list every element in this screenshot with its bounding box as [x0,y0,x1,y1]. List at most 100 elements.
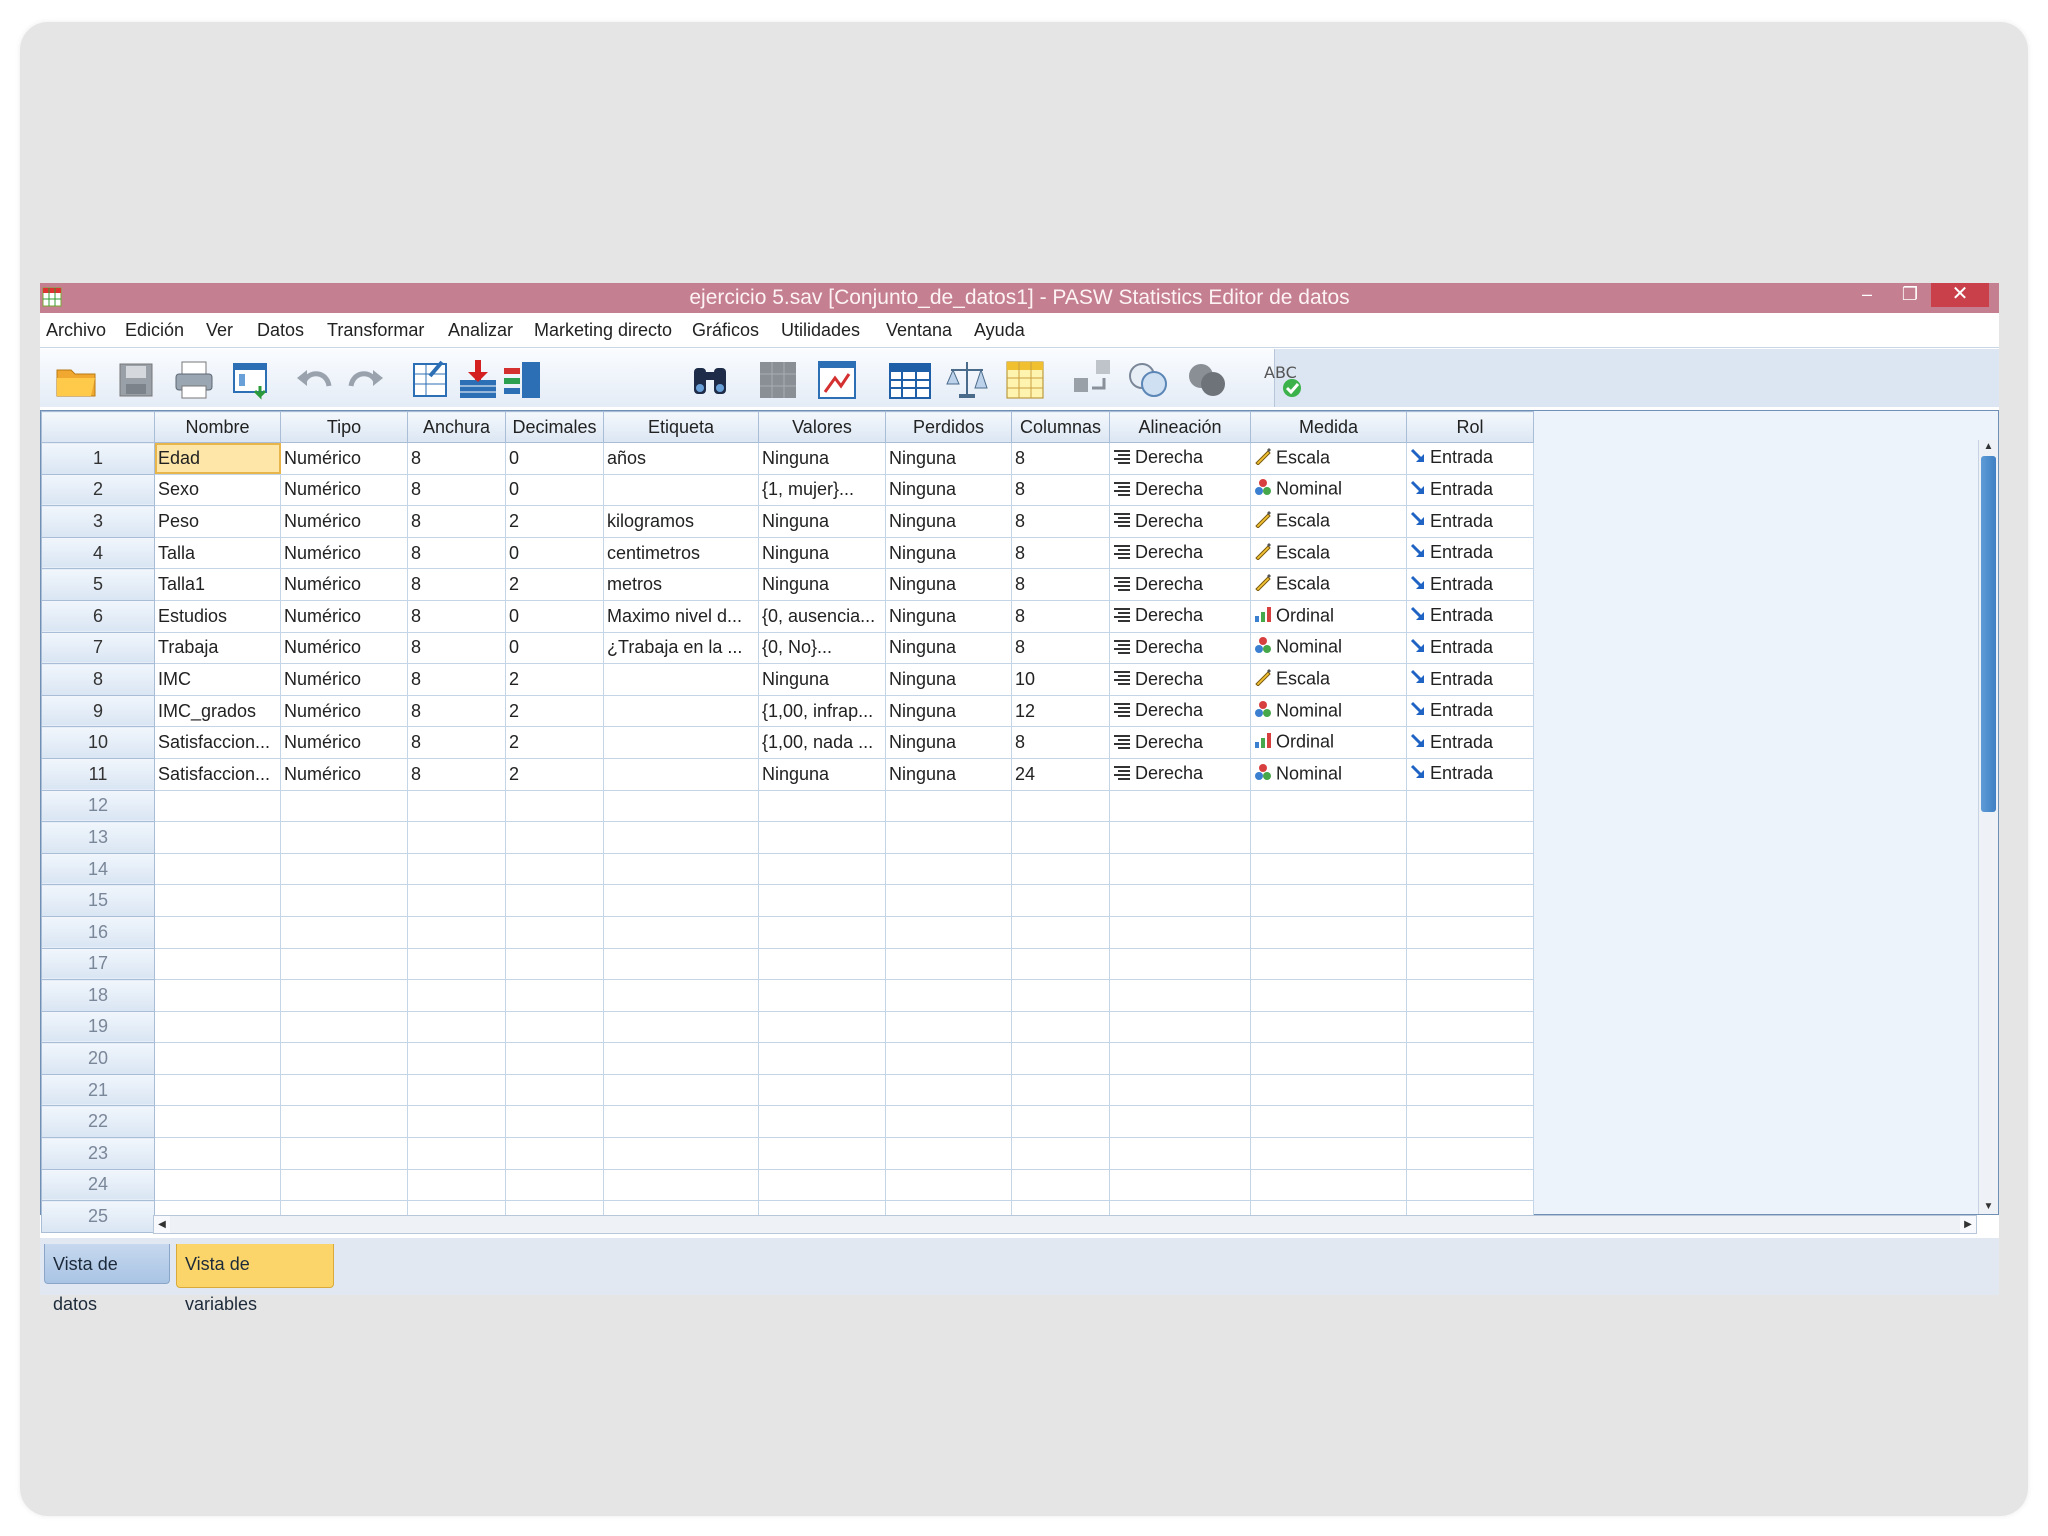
value-labels-icon[interactable] [1072,358,1116,402]
cell-alineacion[interactable]: Derecha [1109,473,1251,507]
cell-valores[interactable]: Ninguna [758,536,886,570]
cell-anchura[interactable]: 8 [407,757,506,791]
empty-cell[interactable] [1250,1105,1407,1139]
empty-cell[interactable] [1406,915,1534,949]
empty-cell[interactable] [603,852,759,886]
cell-rol[interactable]: Entrada [1406,568,1534,601]
empty-cell[interactable] [1109,1168,1251,1202]
cell-tipo[interactable]: Numérico [280,631,408,665]
row-number[interactable]: 17 [41,947,155,981]
empty-cell[interactable] [407,1137,506,1170]
row-number[interactable]: 14 [41,852,155,886]
cell-columnas[interactable]: 8 [1011,473,1110,507]
cell-columnas[interactable]: 8 [1011,505,1110,538]
redo-icon[interactable] [343,358,387,402]
cell-perdidos[interactable]: Ninguna [885,694,1012,728]
horizontal-scrollbar[interactable]: ◀ ▶ [153,1215,1977,1234]
empty-cell[interactable] [1109,1042,1251,1075]
empty-cell[interactable] [1109,884,1251,917]
empty-cell[interactable] [1109,821,1251,854]
empty-cell[interactable] [407,915,506,949]
cell-valores[interactable]: Ninguna [758,663,886,696]
empty-cell[interactable] [1250,821,1407,854]
empty-cell[interactable] [154,947,281,981]
empty-cell[interactable] [885,1105,1012,1139]
col-header-alineacion[interactable]: Alineación [1109,411,1251,443]
empty-cell[interactable] [885,1042,1012,1075]
empty-cell[interactable] [1011,1042,1110,1075]
cell-alineacion[interactable]: Derecha [1109,442,1251,475]
recall-dialog-icon[interactable] [230,358,274,402]
cell-perdidos[interactable]: Ninguna [885,442,1012,475]
cell-decimales[interactable]: 0 [505,631,604,665]
cell-etiqueta[interactable] [603,473,759,507]
row-number[interactable]: 3 [41,505,155,538]
row-number[interactable]: 10 [41,726,155,759]
cell-medida[interactable]: Escala [1250,536,1407,570]
empty-cell[interactable] [603,1073,759,1107]
empty-cell[interactable] [1250,1137,1407,1170]
empty-cell[interactable] [1011,947,1110,981]
empty-cell[interactable] [154,1042,281,1075]
print-icon[interactable] [172,358,216,402]
cell-perdidos[interactable]: Ninguna [885,536,1012,570]
cell-alineacion[interactable]: Derecha [1109,568,1251,601]
empty-cell[interactable] [407,1010,506,1044]
empty-cell[interactable] [603,884,759,917]
empty-cell[interactable] [885,1137,1012,1170]
empty-cell[interactable] [407,979,506,1012]
cell-anchura[interactable]: 8 [407,631,506,665]
cell-columnas[interactable]: 12 [1011,694,1110,728]
empty-cell[interactable] [1109,1010,1251,1044]
cell-rol[interactable]: Entrada [1406,726,1534,759]
empty-cell[interactable] [1011,789,1110,823]
cell-anchura[interactable]: 8 [407,442,506,475]
cell-rol[interactable]: Entrada [1406,473,1534,507]
empty-cell[interactable] [280,1105,408,1139]
cell-etiqueta[interactable]: metros [603,568,759,601]
corner-cell[interactable] [41,411,155,443]
cell-anchura[interactable]: 8 [407,536,506,570]
cell-perdidos[interactable]: Ninguna [885,757,1012,791]
cell-alineacion[interactable]: Derecha [1109,663,1251,696]
empty-cell[interactable] [1109,947,1251,981]
cell-etiqueta[interactable]: años [603,442,759,475]
empty-cell[interactable] [407,789,506,823]
menu-graficos[interactable]: Gráficos [692,320,759,341]
cell-perdidos[interactable]: Ninguna [885,726,1012,759]
row-number[interactable]: 25 [41,1200,155,1233]
spell-check-icon[interactable]: ABC [1262,358,1306,402]
cell-rol[interactable]: Entrada [1406,599,1534,633]
col-header-anchura[interactable]: Anchura [407,411,506,443]
row-number[interactable]: 4 [41,536,155,570]
empty-cell[interactable] [1011,884,1110,917]
cell-perdidos[interactable]: Ninguna [885,473,1012,507]
tab-vista-de-datos[interactable]: Vista de datos [44,1244,170,1314]
scroll-right-arrow-icon[interactable]: ▶ [1960,1216,1976,1233]
cell-decimales[interactable]: 0 [505,599,604,633]
empty-cell[interactable] [758,915,886,949]
menu-ayuda[interactable]: Ayuda [974,320,1025,341]
empty-cell[interactable] [1406,1042,1534,1075]
scroll-down-arrow-icon[interactable]: ▼ [1979,1200,1998,1214]
save-icon[interactable] [114,358,158,402]
cell-tipo[interactable]: Numérico [280,473,408,507]
empty-cell[interactable] [1250,979,1407,1012]
cell-nombre[interactable]: Satisfaccion... [154,726,281,759]
cell-rol[interactable]: Entrada [1406,694,1534,728]
cell-decimales[interactable]: 2 [505,505,604,538]
cell-anchura[interactable]: 8 [407,694,506,728]
empty-cell[interactable] [505,1168,604,1202]
empty-cell[interactable] [885,1073,1012,1107]
row-number[interactable]: 22 [41,1105,155,1139]
empty-cell[interactable] [407,884,506,917]
empty-cell[interactable] [154,1105,281,1139]
col-header-perdidos[interactable]: Perdidos [885,411,1012,443]
col-header-decimales[interactable]: Decimales [505,411,604,443]
cell-decimales[interactable]: 0 [505,442,604,475]
empty-cell[interactable] [1406,852,1534,886]
cell-nombre[interactable]: IMC_grados [154,694,281,728]
menu-utilidades[interactable]: Utilidades [781,320,860,341]
col-header-medida[interactable]: Medida [1250,411,1407,443]
cell-etiqueta[interactable] [603,726,759,759]
